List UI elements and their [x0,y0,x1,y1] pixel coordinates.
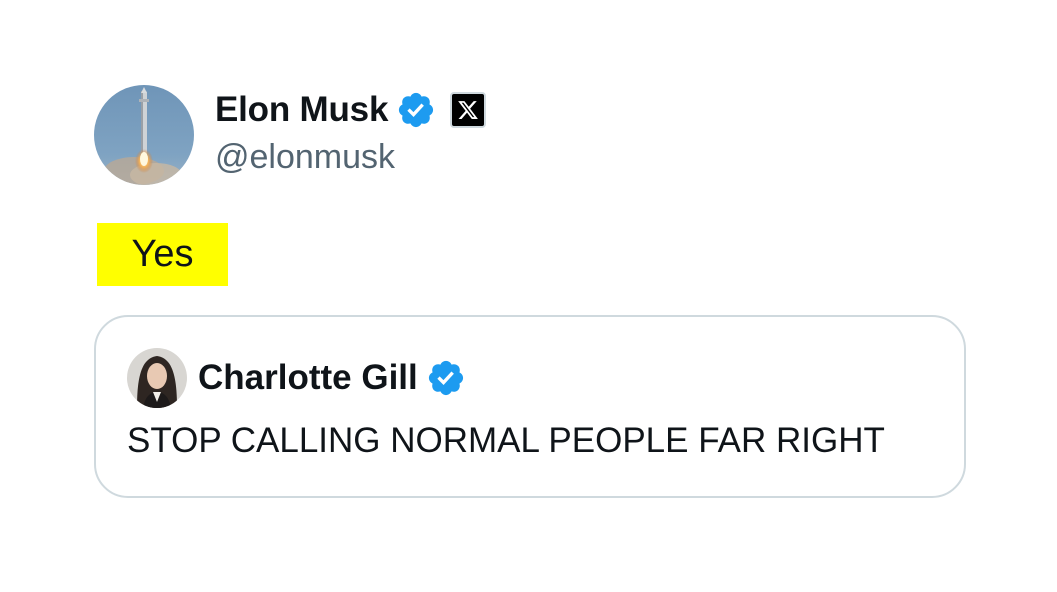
verified-badge-icon[interactable] [426,358,466,398]
quote-name-row: Charlotte Gill [198,355,466,401]
quoted-tweet-card[interactable]: Charlotte Gill STOP CALLING NORMAL PEOPL… [94,315,966,498]
quote-text: STOP CALLING NORMAL PEOPLE FAR RIGHT [127,421,885,460]
tweet-text: Yes [131,233,194,275]
quote-author-avatar[interactable] [127,348,187,408]
author-avatar[interactable] [94,85,194,185]
verified-badge-icon[interactable] [396,90,436,130]
author-name[interactable]: Elon Musk [215,90,388,130]
quote-author-name[interactable]: Charlotte Gill [198,358,418,398]
author-handle[interactable]: @elonmusk [215,138,395,177]
author-name-row: Elon Musk [215,86,487,134]
tweet-text-highlight: Yes [97,223,228,286]
x-logo-icon[interactable] [450,92,487,128]
tweet-screenshot: Elon Musk @elonmusk Yes Charlotte Gill S… [0,0,1057,592]
